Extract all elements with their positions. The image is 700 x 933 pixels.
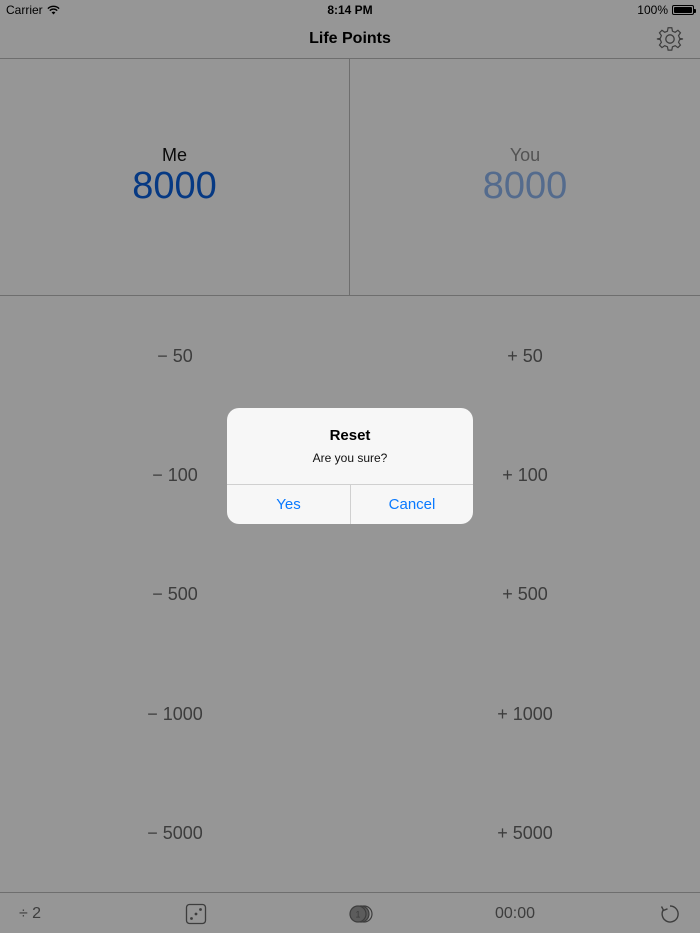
cancel-button[interactable]: Cancel xyxy=(351,485,473,524)
alert-title: Reset xyxy=(329,427,371,444)
yes-button[interactable]: Yes xyxy=(227,485,350,524)
alert-message: Are you sure? xyxy=(312,451,388,465)
reset-alert: Reset Are you sure? Yes Cancel xyxy=(227,408,473,524)
